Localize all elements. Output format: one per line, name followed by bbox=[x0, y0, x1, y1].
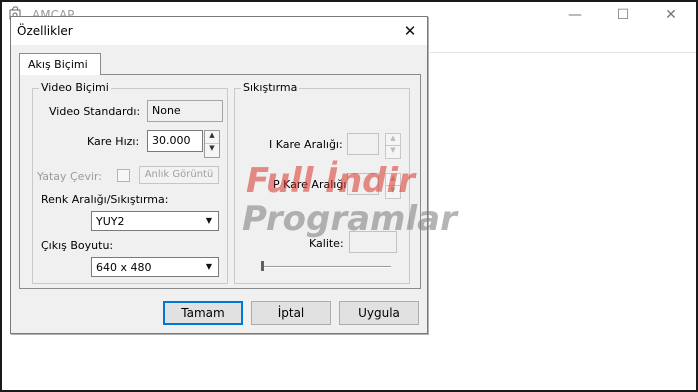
output-size-select[interactable]: 640 x 480 ▼ bbox=[91, 257, 219, 277]
video-standard-label: Video Standardı: bbox=[49, 105, 141, 118]
watermark-line2: Programlar bbox=[242, 199, 459, 239]
video-format-group-label: Video Biçimi bbox=[39, 81, 111, 94]
color-space-label: Renk Aralığı/Sıkıştırma: bbox=[41, 193, 169, 206]
dialog-title: Özellikler bbox=[17, 24, 73, 38]
snapshot-button[interactable]: Anlık Görüntü bbox=[139, 166, 219, 184]
background-separator bbox=[430, 52, 696, 53]
chevron-down-icon[interactable]: ▼ bbox=[201, 259, 217, 275]
tab-stream-format[interactable]: Akış Biçimi bbox=[19, 53, 101, 75]
quality-slider-track[interactable] bbox=[261, 266, 391, 268]
frame-rate-spinner[interactable]: ▲ ▼ bbox=[204, 130, 220, 158]
watermark-logo: Full İndir Programlar bbox=[242, 160, 459, 239]
spin-down-icon[interactable]: ▼ bbox=[205, 144, 219, 157]
dialog-close-icon[interactable]: ✕ bbox=[401, 22, 419, 40]
chevron-down-icon[interactable]: ▼ bbox=[201, 213, 217, 229]
video-standard-field: None bbox=[147, 100, 223, 122]
minimize-icon[interactable]: — bbox=[568, 8, 582, 22]
cancel-button[interactable]: İptal bbox=[251, 301, 331, 325]
apply-button[interactable]: Uygula bbox=[339, 301, 419, 325]
horizontal-flip-checkbox[interactable] bbox=[117, 169, 130, 182]
color-space-select[interactable]: YUY2 ▼ bbox=[91, 211, 219, 231]
close-icon[interactable]: ✕ bbox=[664, 8, 678, 22]
dialog-titlebar: Özellikler ✕ bbox=[11, 17, 427, 45]
spin-up-icon[interactable]: ▲ bbox=[386, 134, 400, 146]
output-size-value: 640 x 480 bbox=[96, 261, 152, 274]
quality-slider-thumb[interactable] bbox=[261, 261, 264, 271]
frame-rate-input[interactable]: 30.000 bbox=[147, 130, 203, 152]
watermark-line1: Full İndir bbox=[246, 160, 417, 201]
horizontal-flip-label: Yatay Çevir: bbox=[37, 170, 103, 183]
output-size-label: Çıkış Boyutu: bbox=[41, 239, 114, 252]
maximize-icon[interactable]: ☐ bbox=[616, 8, 630, 22]
tab-label: Akış Biçimi bbox=[28, 58, 88, 71]
compression-group-label: Sıkıştırma bbox=[241, 81, 300, 94]
spin-up-icon[interactable]: ▲ bbox=[205, 131, 219, 144]
video-format-group: Video Biçimi Video Standardı: None Kare … bbox=[32, 81, 228, 284]
ok-button[interactable]: Tamam bbox=[163, 301, 243, 325]
color-space-value: YUY2 bbox=[96, 215, 125, 228]
frame-rate-label: Kare Hızı: bbox=[87, 135, 140, 148]
